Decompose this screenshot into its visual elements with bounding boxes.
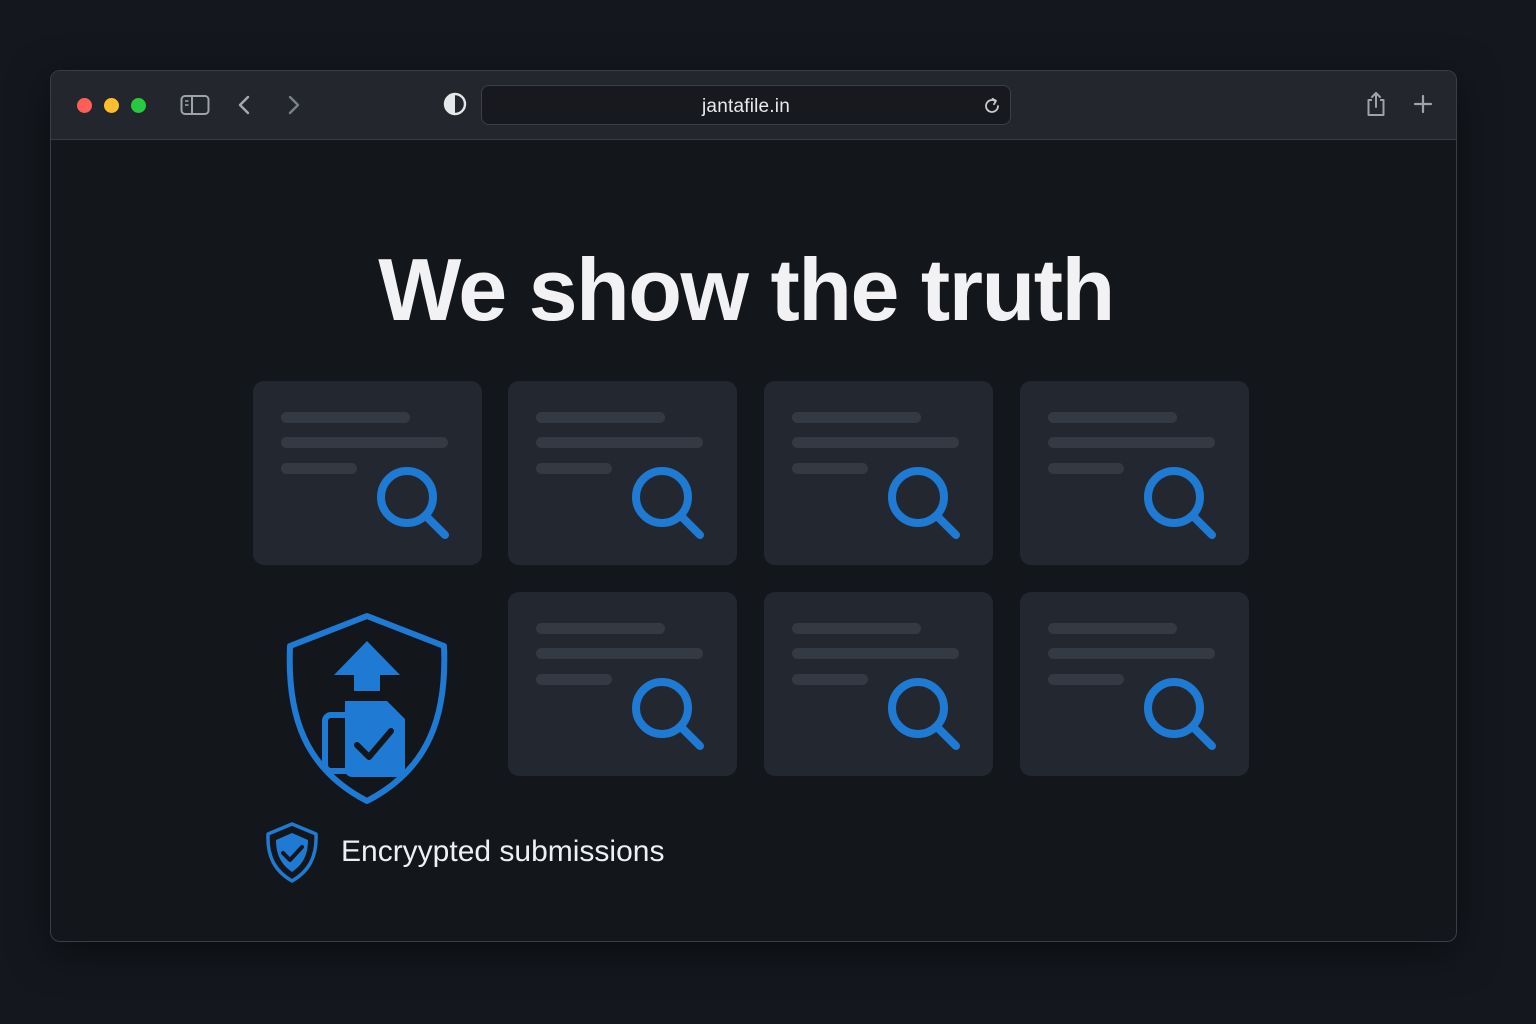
text-placeholder-line bbox=[1048, 674, 1124, 685]
text-placeholder-line bbox=[792, 463, 868, 474]
text-placeholder-line bbox=[281, 437, 448, 448]
text-placeholder-line bbox=[1048, 412, 1177, 423]
text-placeholder-line bbox=[792, 648, 959, 659]
text-placeholder-line bbox=[536, 648, 703, 659]
document-card[interactable] bbox=[508, 381, 737, 565]
magnifier-icon bbox=[632, 467, 704, 539]
chevron-left-icon[interactable] bbox=[235, 93, 255, 117]
document-card[interactable] bbox=[1020, 381, 1249, 565]
text-placeholder-line bbox=[536, 412, 665, 423]
magnifier-icon bbox=[377, 467, 449, 539]
minimize-window-button[interactable] bbox=[104, 98, 119, 113]
encrypted-submissions-label: Encryypted submissions bbox=[341, 835, 665, 868]
magnifier-icon bbox=[888, 678, 960, 750]
text-placeholder-line bbox=[792, 623, 921, 634]
magnifier-icon bbox=[1144, 467, 1216, 539]
text-placeholder-line bbox=[1048, 623, 1177, 634]
shield-check-icon bbox=[266, 822, 318, 883]
chevron-right-icon[interactable] bbox=[283, 93, 303, 117]
share-icon[interactable] bbox=[1365, 90, 1387, 118]
zoom-window-button[interactable] bbox=[131, 98, 146, 113]
text-placeholder-line bbox=[536, 463, 612, 474]
privacy-shield-icon[interactable] bbox=[442, 91, 468, 117]
text-placeholder-line bbox=[536, 623, 665, 634]
magnifier-icon bbox=[888, 467, 960, 539]
close-window-button[interactable] bbox=[77, 98, 92, 113]
text-placeholder-line bbox=[281, 412, 410, 423]
magnifier-icon bbox=[1144, 678, 1216, 750]
document-card[interactable] bbox=[253, 381, 482, 565]
text-placeholder-line bbox=[792, 412, 921, 423]
text-placeholder-line bbox=[792, 674, 868, 685]
text-placeholder-line bbox=[536, 437, 703, 448]
address-bar[interactable]: jantafile.in bbox=[481, 85, 1011, 125]
document-card[interactable] bbox=[764, 381, 993, 565]
text-placeholder-line bbox=[1048, 437, 1215, 448]
page-headline: We show the truth bbox=[378, 240, 1115, 339]
text-placeholder-line bbox=[1048, 463, 1124, 474]
text-placeholder-line bbox=[1048, 648, 1215, 659]
reload-icon[interactable] bbox=[982, 96, 1002, 116]
text-placeholder-line bbox=[792, 437, 959, 448]
plus-icon[interactable] bbox=[1413, 94, 1433, 114]
magnifier-icon bbox=[632, 678, 704, 750]
sidebar-icon[interactable] bbox=[180, 94, 210, 116]
document-card[interactable] bbox=[764, 592, 993, 776]
text-placeholder-line bbox=[281, 463, 357, 474]
shield-upload-document-icon bbox=[286, 613, 448, 804]
browser-toolbar: jantafile.in bbox=[51, 71, 1456, 140]
encrypted-submissions-feature: Encryypted submissions bbox=[264, 819, 764, 883]
document-card[interactable] bbox=[508, 592, 737, 776]
browser-window: jantafile.in We show the truth Encryypte… bbox=[50, 70, 1457, 942]
url-text: jantafile.in bbox=[702, 96, 790, 117]
text-placeholder-line bbox=[536, 674, 612, 685]
document-card[interactable] bbox=[1020, 592, 1249, 776]
